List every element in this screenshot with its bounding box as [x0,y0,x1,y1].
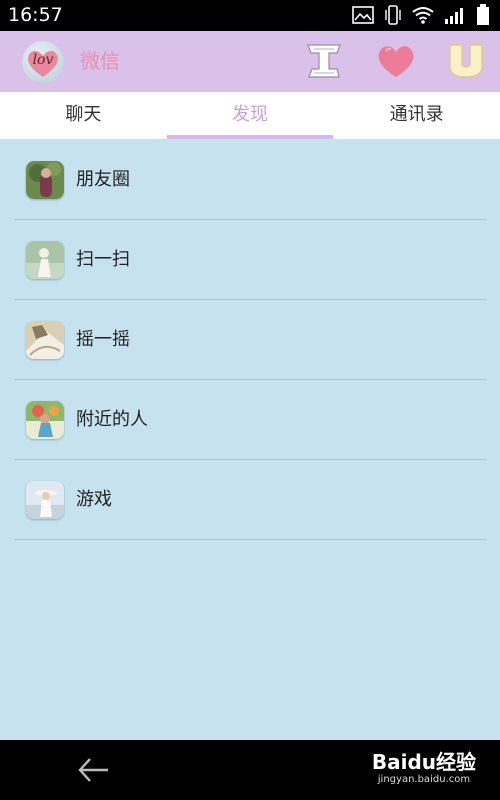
games-thumb [26,481,64,519]
shake-thumb [26,321,64,359]
status-icons [352,4,490,26]
nearby-thumb [26,401,64,439]
battery-icon [476,4,490,26]
image-icon [352,6,374,24]
watermark: Baidu经验 jingyan.baidu.com [372,750,476,786]
avatar[interactable]: lov [22,41,64,83]
status-bar: 16:57 [0,0,500,31]
list-item-moments[interactable]: 朋友圈 [0,140,500,220]
status-time: 16:57 [8,4,63,26]
app-header: lov 微信 [0,31,500,92]
app-u-icon[interactable] [444,39,488,83]
bottom-nav-bar: Baidu经验 jingyan.baidu.com [0,740,500,800]
discover-list: 朋友圈 扫一扫 摇一摇 附近的人 游戏 [0,140,500,540]
signal-icon [444,6,466,24]
moments-thumb [26,161,64,199]
watermark-site: jingyan.baidu.com [377,774,471,785]
divider [14,539,486,540]
list-item-label: 附近的人 [76,409,148,430]
tab-discover[interactable]: 发现 [166,92,334,139]
heart-icon[interactable] [374,39,418,83]
list-item-label: 扫一扫 [76,249,130,270]
back-button[interactable] [76,754,112,786]
scan-thumb [26,241,64,279]
tab-contacts[interactable]: 通讯录 [333,92,500,139]
list-item-shake[interactable]: 摇一摇 [0,300,500,380]
watermark-logo: Baidu经验 [371,750,476,774]
app-i-icon[interactable] [302,39,346,83]
back-arrow-icon [78,758,108,782]
wifi-icon [412,6,434,24]
vibrate-icon [384,5,402,25]
app-title: 微信 [80,49,120,73]
tab-chats[interactable]: 聊天 [0,92,167,139]
list-item-nearby[interactable]: 附近的人 [0,380,500,460]
tab-bar: 聊天 发现 通讯录 [0,92,500,139]
list-item-games[interactable]: 游戏 [0,460,500,540]
list-item-label: 摇一摇 [76,329,130,350]
list-item-label: 朋友圈 [76,169,130,190]
list-item-scan[interactable]: 扫一扫 [0,220,500,300]
avatar-text: lov [32,52,54,68]
list-item-label: 游戏 [76,489,112,510]
